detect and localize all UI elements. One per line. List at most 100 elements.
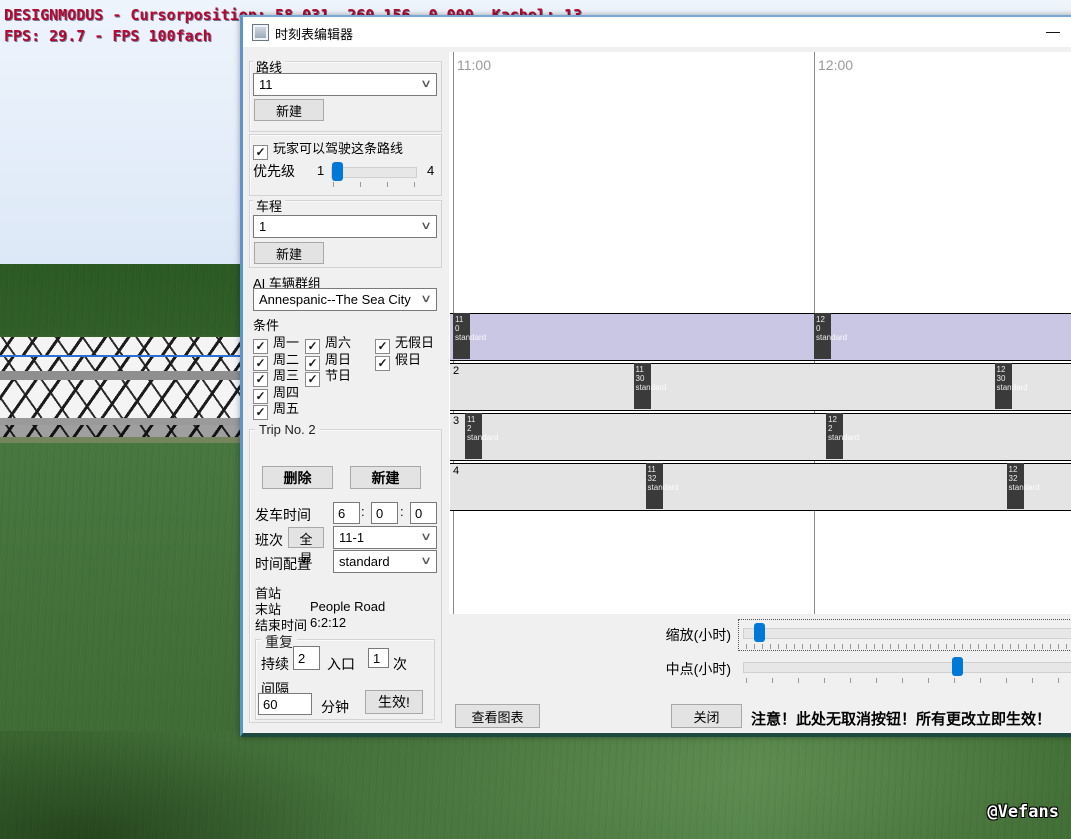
shift-all-button[interactable]: 全显 <box>288 527 324 566</box>
trip-marker-11-30[interactable]: 11 30 standard <box>633 363 667 409</box>
priority-slider-ticks <box>333 182 417 187</box>
end-time-value: 6:2:12 <box>310 615 347 630</box>
road-missing-texture-strip <box>0 337 243 443</box>
repeat-apply-button[interactable]: 生效! <box>365 690 423 714</box>
game-screen: DESIGNMODUS - Cursorposition: 58.031, 26… <box>0 0 1071 839</box>
route-value: 11 <box>259 77 273 92</box>
zoom-slider-label: 缩放(小时) <box>665 627 731 643</box>
condition-label: 周三 <box>273 368 300 383</box>
hour-label: 11:00 <box>457 57 491 73</box>
midpoint-slider-thumb[interactable] <box>952 657 963 676</box>
trip-label: 车程 <box>253 196 286 215</box>
conditions-column: ✓ 周六 ✓ 周日 ✓ 节日 <box>305 332 352 387</box>
repeat-duration-label: 持续 <box>261 656 289 672</box>
time-config-value: standard <box>339 554 390 569</box>
trip-marker-12-2[interactable]: 12 2 standard <box>826 413 859 459</box>
zoom-slider-ticks <box>746 644 1071 649</box>
ai-group-value: Annespanic--The Sea City <box>259 292 411 307</box>
priority-slider-thumb[interactable] <box>332 162 343 181</box>
trip-value: 1 <box>259 219 267 234</box>
condition-checkbox-周五[interactable]: ✓ 周五 <box>253 398 299 420</box>
ai-group-select[interactable]: Annespanic--The Sea City ∨ <box>253 288 437 311</box>
priority-slider-track[interactable] <box>331 167 417 178</box>
route-new-button[interactable]: 新建 <box>254 99 324 121</box>
condition-checkbox-周六[interactable]: ✓ 周六 <box>305 332 352 354</box>
checkbox-check-icon: ✓ <box>375 355 390 371</box>
view-chart-button[interactable]: 查看图表 <box>455 704 540 728</box>
midpoint-slider-track[interactable] <box>743 662 1071 673</box>
condition-checkbox-周一[interactable]: ✓ 周一 <box>253 332 300 354</box>
midpoint-slider-ticks <box>746 678 1071 683</box>
condition-label: 节日 <box>325 368 352 383</box>
titlebar[interactable]: 时刻表编辑器 — <box>243 17 1071 47</box>
player-drive-checkbox[interactable]: ✓ 玩家可以驾驶这条路线 <box>253 138 403 160</box>
timeline-row-2[interactable]: 2 <box>450 363 1071 411</box>
new-trip-button[interactable]: 新建 <box>350 466 421 489</box>
checkbox-check-icon: ✓ <box>253 145 268 160</box>
departure-time-label: 发车时间 <box>255 507 311 523</box>
repeat-duration-input[interactable] <box>293 646 320 670</box>
shift-value: 11-1 <box>339 530 365 545</box>
departure-second-input[interactable] <box>410 502 437 524</box>
chevron-down-icon: ∨ <box>419 293 433 305</box>
trip-marker-label: 11 32 standard <box>647 465 679 492</box>
priority-min: 1 <box>317 163 325 178</box>
route-select[interactable]: 11 ∨ <box>253 73 437 96</box>
timeline-row-4[interactable]: 4 <box>450 463 1071 511</box>
trip-marker-12-0[interactable]: 12 0 standard <box>814 313 847 359</box>
shift-select[interactable]: 11-1 ∨ <box>333 526 437 549</box>
condition-checkbox-周四[interactable]: ✓ 周四 <box>253 382 299 404</box>
conditions-grid: ✓ 周一 ✓ 周二 ✓ 周三 ✓ 周四 ✓ 周五 ✓ 周六 ✓ 周日 ✓ 节日 ✓ 无假日 ✓ 假日 <box>253 332 438 420</box>
repeat-entries-suffix: 次 <box>393 656 407 672</box>
condition-label: 假日 <box>395 351 422 367</box>
trip-marker-11-32[interactable]: 11 32 standard <box>645 463 679 509</box>
condition-checkbox-周日[interactable]: ✓ 周日 <box>305 349 351 371</box>
trip-marker-11-2[interactable]: 11 2 standard <box>465 413 498 459</box>
timetable-editor-window: 时刻表编辑器 — 路线 11 ∨ 新建 ✓ 玩家可以驾驶这条路线 优先级 1 4 … <box>240 15 1071 737</box>
conditions-column: ✓ 周一 ✓ 周二 ✓ 周三 ✓ 周四 ✓ 周五 <box>253 332 300 420</box>
trip-marker-11-0[interactable]: 11 0 standard <box>453 313 486 359</box>
zoom-slider-thumb[interactable] <box>754 623 765 642</box>
condition-checkbox-无假日[interactable]: ✓ 无假日 <box>375 332 435 354</box>
time-separator: : <box>400 504 404 519</box>
condition-label: 无假日 <box>395 335 435 350</box>
condition-checkbox-周二[interactable]: ✓ 周二 <box>253 349 299 371</box>
midpoint-slider-label: 中点(小时) <box>665 661 731 677</box>
trip-marker-label: 12 32 standard <box>1008 465 1040 492</box>
delete-trip-button[interactable]: 删除 <box>262 466 333 489</box>
repeat-interval-input[interactable] <box>258 693 312 715</box>
trip-select[interactable]: 1 ∨ <box>253 215 437 238</box>
trip-marker-12-30[interactable]: 12 30 standard <box>994 363 1028 409</box>
close-button[interactable]: 关闭 <box>671 704 742 728</box>
timeline-area[interactable]: 11:00 12:00 1110standard 120standard 2 1130st… <box>449 52 1071 614</box>
window-title: 时刻表编辑器 <box>275 27 354 42</box>
timeline-row-3[interactable]: 3 <box>450 413 1071 461</box>
repeat-entries-input[interactable] <box>368 648 389 668</box>
condition-label: 周六 <box>325 335 352 350</box>
condition-checkbox-节日[interactable]: ✓ 节日 <box>305 365 352 387</box>
grass-foreground <box>0 731 1071 839</box>
time-config-select[interactable]: standard ∨ <box>333 550 437 573</box>
hour-label: 12:00 <box>818 57 854 73</box>
trip-marker-label: 11 0 standard <box>455 315 487 342</box>
condition-checkbox-假日[interactable]: ✓ 假日 <box>375 349 434 371</box>
conditions-column: ✓ 无假日 ✓ 假日 <box>375 332 435 371</box>
row-number: 4 <box>453 465 460 477</box>
repeat-label: 重复 <box>261 632 297 652</box>
trip-new-button[interactable]: 新建 <box>254 242 324 264</box>
trip-marker-label: 12 30 standard <box>996 365 1028 392</box>
no-cancel-warning: 注意！此处无取消按钮！所有更改立即生效！ <box>751 711 1052 728</box>
condition-label: 周一 <box>273 335 300 350</box>
timeline-row-1[interactable]: 1 <box>450 313 1071 361</box>
chevron-down-icon: ∨ <box>419 531 433 543</box>
row-number: 3 <box>453 415 460 427</box>
trip-marker-label: 11 2 standard <box>467 415 499 442</box>
departure-hour-input[interactable] <box>333 502 360 524</box>
zoom-slider-track[interactable] <box>743 628 1071 639</box>
trip-marker-label: 11 30 standard <box>635 365 667 392</box>
minimize-button[interactable]: — <box>1040 19 1066 43</box>
departure-minute-input[interactable] <box>371 502 398 524</box>
trip-marker-label: 12 0 standard <box>816 315 848 342</box>
condition-checkbox-周三[interactable]: ✓ 周三 <box>253 365 300 387</box>
trip-marker-12-32[interactable]: 12 32 standard <box>1006 463 1040 509</box>
